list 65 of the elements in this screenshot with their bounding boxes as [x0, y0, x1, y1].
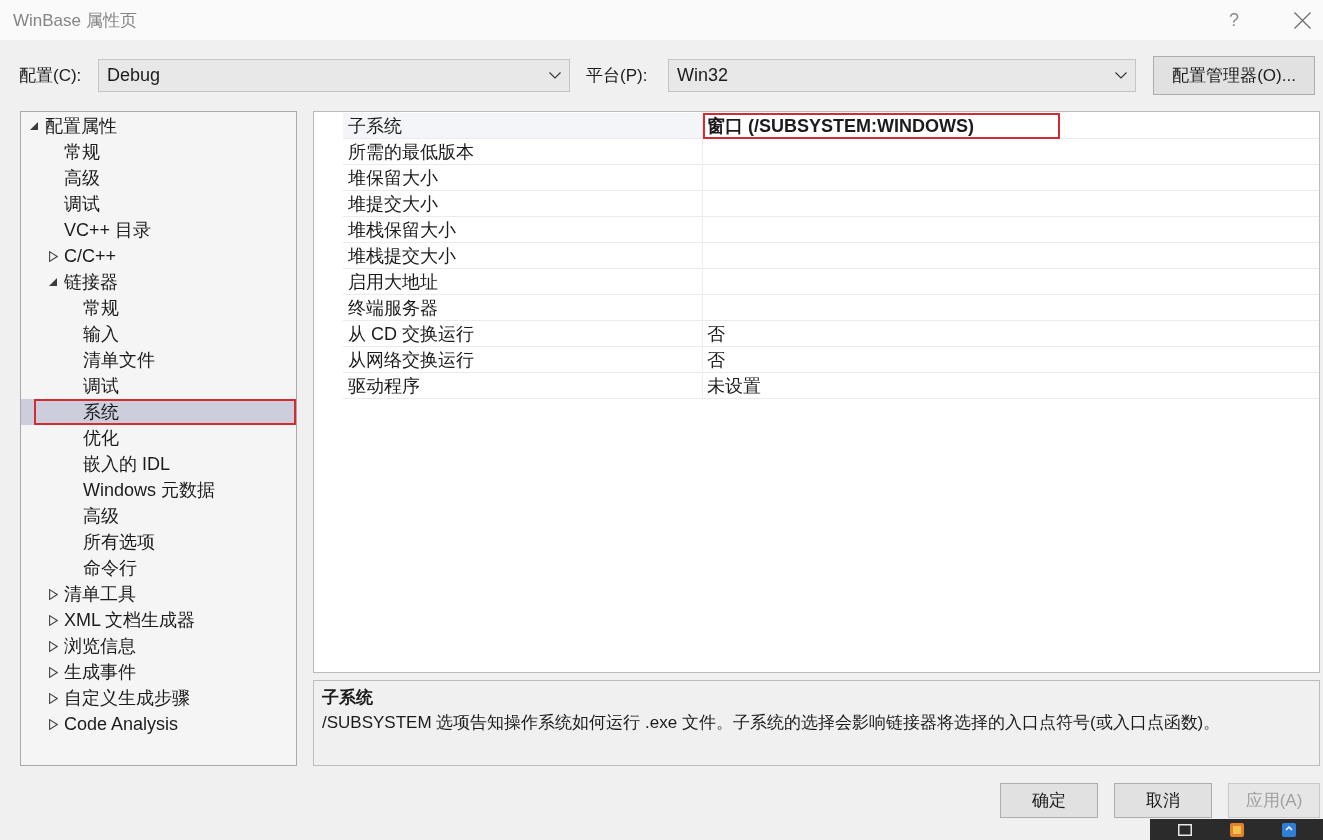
tree-item[interactable]: VC++ 目录 [21, 217, 296, 243]
property-name[interactable]: 堆栈保留大小 [343, 217, 703, 243]
property-value[interactable]: 否 [707, 347, 725, 372]
dialog-button[interactable]: 确定 [1000, 783, 1098, 818]
property-name[interactable]: 堆提交大小 [343, 191, 703, 217]
tree-item[interactable]: 系统 [21, 399, 296, 425]
property-name[interactable]: 终端服务器 [343, 295, 703, 321]
window-icon[interactable] [1178, 823, 1192, 836]
configuration-dropdown[interactable]: Debug [98, 59, 570, 92]
caret-right-icon[interactable] [49, 692, 58, 704]
configuration-label: 配置(C): [19, 65, 83, 87]
platform-dropdown[interactable]: Win32 [668, 59, 1136, 92]
description-text: /SUBSYSTEM 选项告知操作系统如何运行 .exe 文件。子系统的选择会影响链接器将选择的入口点符号(或入口点函数)。 [322, 712, 1222, 734]
configuration-manager-button[interactable]: 配置管理器(O)... [1153, 56, 1315, 95]
property-name[interactable]: 驱动程序 [343, 373, 703, 399]
tree-item[interactable]: 配置属性 [21, 113, 296, 139]
tree-item[interactable]: 调试 [21, 191, 296, 217]
tree-item[interactable]: 常规 [21, 295, 296, 321]
tree-item[interactable]: 所有选项 [21, 529, 296, 555]
tree-item[interactable]: 清单工具 [21, 581, 296, 607]
dialog-button[interactable]: 取消 [1114, 783, 1212, 818]
caret-down-icon[interactable] [49, 278, 57, 286]
tree-item[interactable]: 清单文件 [21, 347, 296, 373]
tree-item[interactable]: XML 文档生成器 [21, 607, 296, 633]
caret-right-icon[interactable] [49, 640, 58, 652]
property-name[interactable]: 从网络交换运行 [343, 347, 703, 373]
tree-item[interactable]: 嵌入的 IDL [21, 451, 296, 477]
caret-right-icon[interactable] [49, 614, 58, 626]
tree-item[interactable]: 高级 [21, 165, 296, 191]
tree-item[interactable]: 高级 [21, 503, 296, 529]
caret-right-icon[interactable] [49, 588, 58, 600]
tree-item[interactable]: 输入 [21, 321, 296, 347]
tree-item[interactable]: 链接器 [21, 269, 296, 295]
property-name[interactable]: 堆保留大小 [343, 165, 703, 191]
property-name[interactable]: 所需的最低版本 [343, 139, 703, 165]
description-title: 子系统 [322, 687, 374, 709]
tree-item[interactable]: Code Analysis [21, 711, 296, 737]
chevron-down-icon [549, 72, 561, 79]
property-value[interactable]: 否 [707, 321, 725, 346]
window-title: WinBase 属性页 [13, 9, 138, 32]
caret-right-icon[interactable] [49, 250, 58, 262]
property-value[interactable]: 未设置 [707, 373, 761, 398]
property-name[interactable]: 启用大地址 [343, 269, 703, 295]
tree-item[interactable]: C/C++ [21, 243, 296, 269]
tree-item[interactable]: 调试 [21, 373, 296, 399]
close-icon [1294, 11, 1311, 29]
caret-down-icon[interactable] [30, 122, 38, 130]
property-name[interactable]: 从 CD 交换运行 [343, 321, 703, 347]
tree-item[interactable]: 优化 [21, 425, 296, 451]
platform-label: 平台(P): [586, 65, 649, 87]
property-value[interactable]: 窗口 (/SUBSYSTEM:WINDOWS) [703, 112, 1060, 139]
caret-right-icon[interactable] [49, 718, 58, 730]
tree-item[interactable]: 常规 [21, 139, 296, 165]
app-icon[interactable] [1230, 822, 1244, 837]
close-button[interactable] [1294, 11, 1311, 29]
tree-item[interactable]: 生成事件 [21, 659, 296, 685]
tree-item[interactable]: 命令行 [21, 555, 296, 581]
tree-item[interactable]: Windows 元数据 [21, 477, 296, 503]
chevron-down-icon [1115, 72, 1127, 79]
property-name[interactable]: 堆栈提交大小 [343, 243, 703, 269]
property-name[interactable]: 子系统 [343, 113, 703, 139]
tree-item[interactable]: 浏览信息 [21, 633, 296, 659]
caret-right-icon[interactable] [49, 666, 58, 678]
tree-item[interactable]: 自定义生成步骤 [21, 685, 296, 711]
tray-icon[interactable] [1282, 822, 1296, 837]
